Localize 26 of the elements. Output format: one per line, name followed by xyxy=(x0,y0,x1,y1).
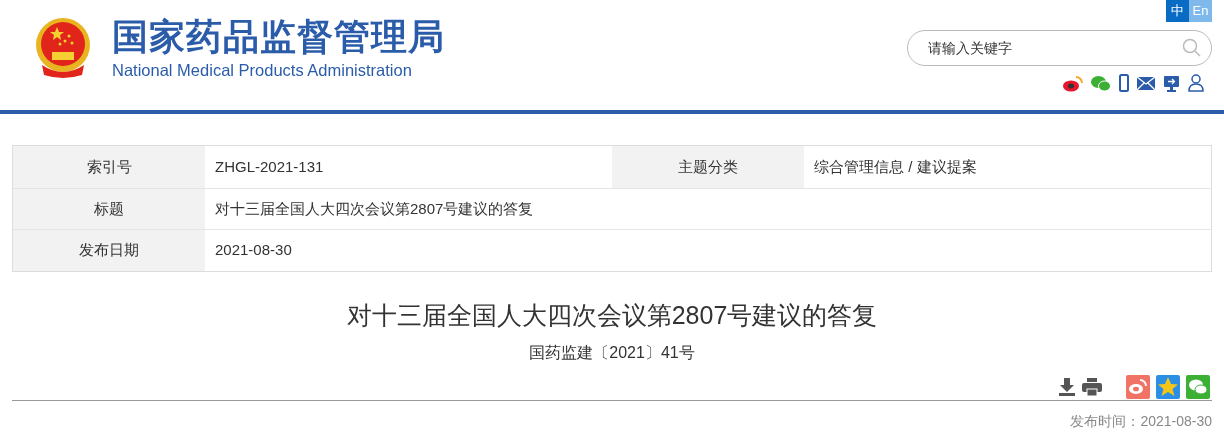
table-label: 标题 xyxy=(13,188,205,229)
document-number: 国药监建〔2021〕41号 xyxy=(529,342,695,363)
article-title: 对十三届全国人大四次会议第2807号建议的答复 xyxy=(346,299,878,331)
table-label: 发布日期 xyxy=(13,230,205,271)
star-share-icon[interactable] xyxy=(1156,375,1180,399)
download-icon[interactable] xyxy=(1058,378,1076,396)
table-label: 索引号 xyxy=(13,146,205,188)
table-label: 主题分类 xyxy=(612,146,804,188)
wechat-icon[interactable] xyxy=(1091,74,1111,92)
language-tab[interactable]: 中 xyxy=(1166,0,1189,22)
print-icon[interactable] xyxy=(1082,378,1102,396)
mail-icon[interactable] xyxy=(1137,76,1155,90)
mobile-phone-icon[interactable] xyxy=(1119,74,1129,92)
table-cell-text: 2021-08-30 xyxy=(214,240,293,260)
table-cell-text: 综合管理信息 / 建议提案 xyxy=(813,156,978,177)
user-icon[interactable] xyxy=(1188,74,1204,92)
weibo-share-icon[interactable] xyxy=(1126,375,1150,399)
site-title: 国家药品监督管理局 xyxy=(112,15,445,59)
weibo-icon[interactable] xyxy=(1063,74,1083,92)
search-field[interactable]: 请输入关键字 xyxy=(907,30,1212,66)
publish-time: 发布时间：2021-08-30 xyxy=(1070,411,1212,431)
wechat-share-icon[interactable] xyxy=(1186,375,1210,399)
monitor-icon[interactable] xyxy=(1163,74,1180,92)
table-cell-text: ZHGL-2021-131 xyxy=(214,156,325,177)
site-subtitle: National Medical Products Administration xyxy=(112,60,413,81)
table-cell-text: 对十三届全国人大四次会议第2807号建议的答复 xyxy=(214,198,535,219)
